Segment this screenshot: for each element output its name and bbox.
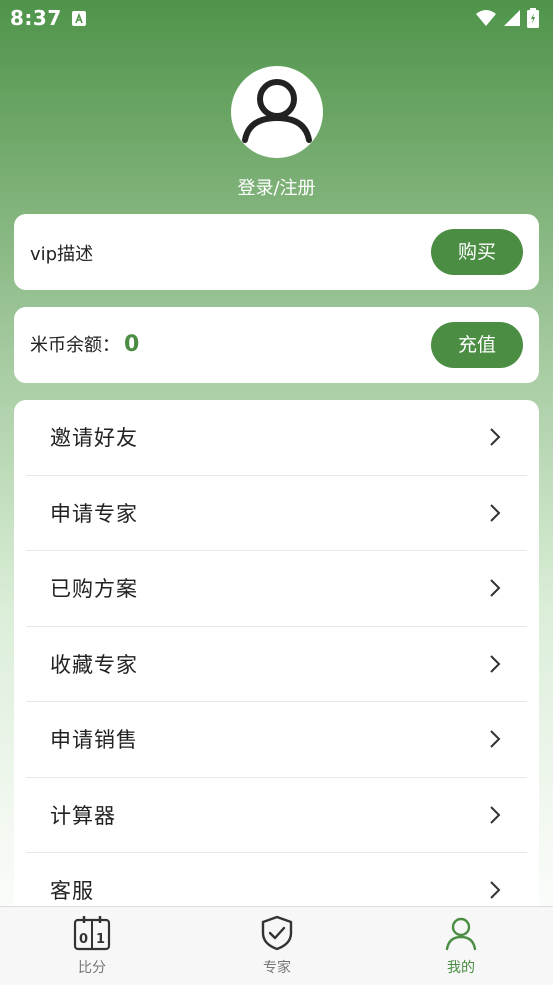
svg-text:0: 0 <box>79 932 88 947</box>
shield-check-icon <box>261 915 293 951</box>
status-time: 8:37 <box>10 6 62 30</box>
menu-item-apply-expert[interactable]: 申请专家 <box>26 476 527 551</box>
user-avatar-icon <box>241 79 312 143</box>
login-register-link[interactable]: 登录/注册 <box>0 174 553 200</box>
chevron-right-icon <box>490 730 501 748</box>
tab-label: 我的 <box>447 960 475 976</box>
coin-balance-label: 米币余额： <box>30 335 120 356</box>
buy-button[interactable]: 购买 <box>431 229 523 275</box>
coin-balance-card: 米币余额： 0 充值 <box>14 307 539 383</box>
menu-item-purchased-plans[interactable]: 已购方案 <box>26 551 527 627</box>
menu-item-label: 申请销售 <box>50 728 138 752</box>
coin-balance: 米币余额： 0 <box>30 331 139 357</box>
chevron-right-icon <box>490 805 501 824</box>
menu-item-label: 邀请好友 <box>50 426 138 450</box>
scoreboard-icon: 0 1 <box>73 916 111 951</box>
menu-item-favorite-experts[interactable]: 收藏专家 <box>26 627 527 702</box>
chevron-right-icon <box>490 654 501 673</box>
notification-icon <box>72 11 86 26</box>
menu-item-label: 申请专家 <box>50 501 138 526</box>
menu-item-calculator[interactable]: 计算器 <box>26 778 527 853</box>
tab-experts[interactable]: 专家 <box>217 915 337 977</box>
person-icon <box>445 917 477 951</box>
status-bar: 8:37 <box>0 0 553 40</box>
menu-item-apply-sales[interactable]: 申请销售 <box>26 702 527 778</box>
chevron-right-icon <box>490 881 501 899</box>
menu-item-label: 客服 <box>50 879 94 903</box>
tab-label: 比分 <box>78 960 106 976</box>
menu-item-invite-friends[interactable]: 邀请好友 <box>26 400 527 476</box>
tab-label: 专家 <box>263 960 291 976</box>
tab-mine[interactable]: 我的 <box>401 915 521 977</box>
menu-item-label: 计算器 <box>50 803 116 828</box>
chevron-right-icon <box>490 579 501 597</box>
system-status-icons <box>475 8 539 28</box>
svg-text:1: 1 <box>96 932 105 947</box>
cellular-signal-icon <box>504 10 520 26</box>
tab-score[interactable]: 0 1 比分 <box>32 915 152 977</box>
chevron-right-icon <box>490 428 501 446</box>
vip-card: vip描述 购买 <box>14 214 539 290</box>
wifi-icon <box>476 10 496 26</box>
chevron-right-icon <box>490 503 501 522</box>
recharge-button[interactable]: 充值 <box>431 322 523 368</box>
bottom-tab-bar: 0 1 比分 专家 我的 <box>0 906 553 985</box>
menu-item-label: 已购方案 <box>50 577 138 601</box>
profile-header: 登录/注册 <box>0 66 553 200</box>
vip-description: vip描述 <box>30 244 94 265</box>
menu-list: 邀请好友 申请专家 已购方案 收藏专家 申请销售 计算器 客服 <box>14 400 539 920</box>
menu-item-label: 收藏专家 <box>50 652 138 677</box>
battery-icon <box>527 8 539 28</box>
avatar[interactable] <box>230 66 323 158</box>
coin-balance-amount: 0 <box>124 332 140 357</box>
